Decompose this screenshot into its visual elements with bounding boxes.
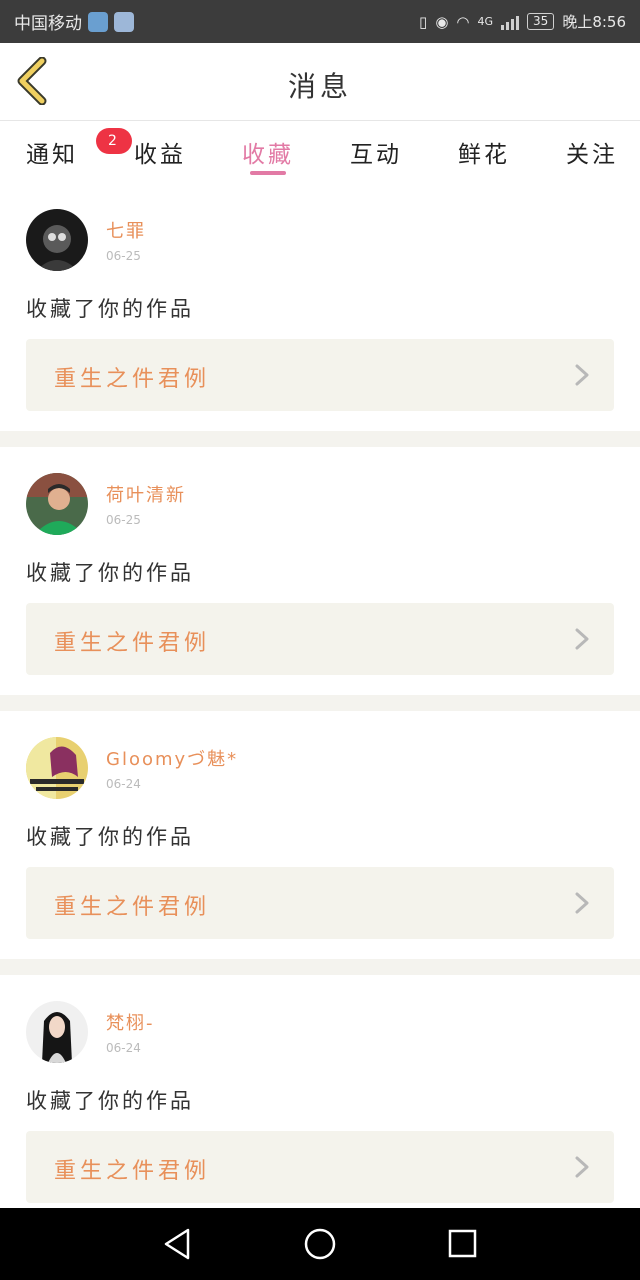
chevron-right-icon	[575, 892, 589, 914]
message-date: 06-25	[106, 249, 141, 263]
nav-recents-button[interactable]	[442, 1226, 482, 1262]
avatar[interactable]	[26, 1001, 88, 1063]
tab-label: 通知	[26, 142, 78, 168]
work-title: 重生之件君例	[54, 1159, 211, 1184]
message-card: 荷叶清新 06-25 收藏了你的作品 重生之件君例	[0, 447, 640, 695]
eye-icon: ◉	[435, 12, 449, 31]
signal-icon	[501, 14, 520, 30]
page-title: 消息	[287, 70, 352, 103]
tab-interactions[interactable]: 互动	[350, 135, 402, 169]
tab-following[interactable]: 关注	[566, 135, 618, 169]
triangle-back-icon	[164, 1228, 190, 1260]
nav-back-button[interactable]	[158, 1226, 198, 1262]
user-name[interactable]: Gloomyづ魅*	[106, 745, 238, 771]
header: 消息	[0, 43, 640, 121]
divider	[0, 695, 640, 711]
user-name[interactable]: 七罪	[106, 217, 146, 243]
message-date: 06-24	[106, 1041, 141, 1055]
tab-bar: 通知 2 收益 收藏 互动 鲜花 关注	[0, 121, 640, 183]
message-card: 梵栩- 06-24 收藏了你的作品 重生之件君例	[0, 975, 640, 1223]
tab-label: 收益	[134, 142, 186, 168]
message-date: 06-25	[106, 513, 141, 527]
message-card: 七罪 06-25 收藏了你的作品 重生之件君例	[0, 183, 640, 431]
action-text: 收藏了你的作品	[26, 561, 194, 585]
work-title: 重生之件君例	[54, 895, 211, 920]
tab-notifications[interactable]: 通知 2	[26, 128, 132, 169]
work-link[interactable]: 重生之件君例	[26, 867, 614, 939]
user-name[interactable]: 梵栩-	[106, 1009, 155, 1035]
work-link[interactable]: 重生之件君例	[26, 339, 614, 411]
time-label: 晚上8:56	[562, 13, 626, 31]
vibrate-icon: ▯	[419, 12, 428, 31]
tab-label: 鲜花	[458, 142, 510, 168]
tab-earnings[interactable]: 收益	[134, 135, 186, 169]
tab-label: 互动	[350, 142, 402, 168]
divider	[0, 959, 640, 975]
tab-label: 关注	[566, 142, 618, 168]
battery-level: 35	[533, 14, 549, 28]
action-text: 收藏了你的作品	[26, 1089, 194, 1113]
unread-badge: 2	[96, 128, 132, 154]
user-name[interactable]: 荷叶清新	[106, 481, 186, 507]
tab-label: 收藏	[242, 142, 294, 168]
work-title: 重生之件君例	[54, 367, 211, 392]
wifi-icon: ◠	[456, 12, 470, 31]
chevron-right-icon	[575, 628, 589, 650]
avatar[interactable]	[26, 209, 88, 271]
message-date: 06-24	[106, 777, 141, 791]
work-link[interactable]: 重生之件君例	[26, 1131, 614, 1203]
tab-favorites[interactable]: 收藏	[242, 135, 294, 169]
work-title: 重生之件君例	[54, 631, 211, 656]
avatar[interactable]	[26, 473, 88, 535]
app-notification-icon	[88, 11, 108, 32]
active-tab-indicator	[250, 171, 286, 175]
system-nav-bar	[0, 1208, 640, 1280]
circle-home-icon	[304, 1228, 336, 1260]
divider	[0, 431, 640, 447]
chevron-right-icon	[575, 1156, 589, 1178]
nav-home-button[interactable]	[300, 1226, 340, 1262]
action-text: 收藏了你的作品	[26, 825, 194, 849]
carrier-label: 中国移动	[14, 14, 82, 34]
message-card: Gloomyづ魅* 06-24 收藏了你的作品 重生之件君例	[0, 711, 640, 959]
tab-flowers[interactable]: 鲜花	[458, 135, 510, 169]
battery-icon: 35	[527, 13, 555, 30]
avatar[interactable]	[26, 737, 88, 799]
chevron-right-icon	[575, 364, 589, 386]
baidu-notification-icon	[114, 11, 134, 32]
status-bar: 中国移动 ▯ ◉ ◠ 4G 35 晚上8:56	[0, 0, 640, 43]
message-list: 七罪 06-25 收藏了你的作品 重生之件君例 荷叶清新 06-25 收藏了你的…	[0, 183, 640, 1223]
action-text: 收藏了你的作品	[26, 297, 194, 321]
square-recents-icon	[448, 1229, 477, 1258]
work-link[interactable]: 重生之件君例	[26, 603, 614, 675]
network-label: 4G	[477, 15, 494, 28]
